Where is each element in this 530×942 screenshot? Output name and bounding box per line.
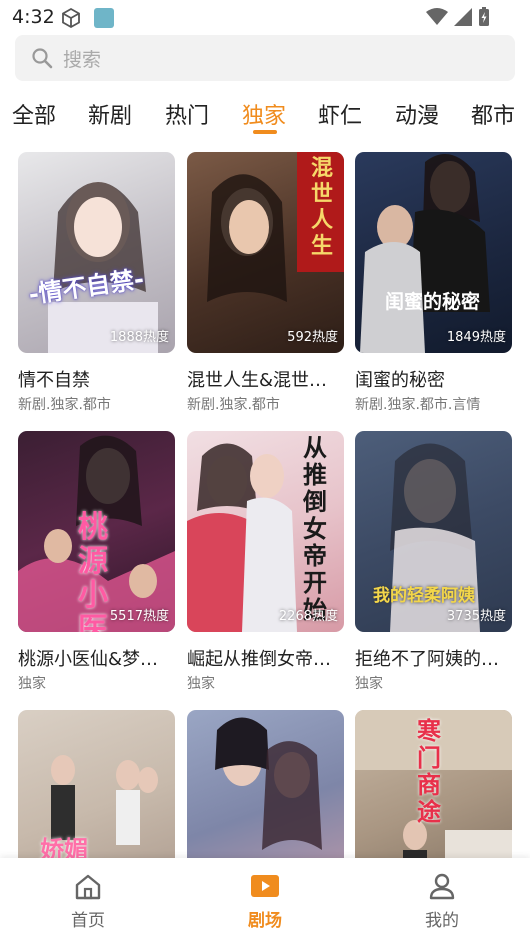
nav-theater[interactable]: 剧场 — [215, 872, 315, 931]
tab-new[interactable]: 新剧 — [88, 98, 132, 130]
poster-title: 寒门商途 — [417, 717, 441, 826]
drama-poster[interactable]: 桃源小医仙 5517热度 — [18, 431, 175, 632]
poster-title: 闺蜜的秘密 — [385, 291, 481, 313]
signal-icon — [454, 8, 472, 26]
battery-icon — [479, 7, 489, 26]
search-icon — [32, 48, 53, 69]
nav-home[interactable]: 首页 — [38, 872, 138, 931]
play-icon — [251, 875, 279, 897]
heat-count: 3735热度 — [446, 609, 506, 624]
heat-count: 1849热度 — [446, 330, 506, 345]
search-bar[interactable]: 搜索 — [15, 35, 515, 81]
drama-tags: 新剧.独家.都市 — [187, 397, 280, 413]
poster-title: 从推倒女帝开始 — [303, 434, 327, 624]
wifi-icon — [426, 8, 448, 25]
drama-card[interactable]: 从推倒女帝开始 2268热度 崛起从推倒女帝… 独家 — [187, 431, 344, 692]
poster-art — [48, 182, 158, 353]
search-placeholder: 搜索 — [63, 48, 102, 71]
drama-poster[interactable]: 从推倒女帝开始 2268热度 — [187, 431, 344, 632]
heat-count: 592热度 — [287, 330, 338, 345]
status-bar: 4:32 — [0, 0, 530, 34]
home-icon — [75, 874, 101, 900]
drama-poster[interactable]: -情不自禁- 1888热度 — [18, 152, 175, 353]
status-indicators — [426, 7, 490, 27]
bottom-nav: 首页 剧场 我的 — [0, 858, 530, 942]
nav-me[interactable]: 我的 — [392, 872, 492, 931]
tab-shrimp[interactable]: 虾仁 — [318, 98, 362, 130]
drama-title: 桃源小医仙&梦… — [18, 649, 159, 670]
nav-theater-label: 剧场 — [248, 911, 282, 931]
tab-exclusive[interactable]: 独家 — [242, 98, 286, 130]
drama-card[interactable]: 闺蜜的秘密 1849热度 闺蜜的秘密 新剧.独家.都市.言情 — [355, 152, 512, 413]
nav-me-label: 我的 — [425, 911, 459, 931]
drama-title: 拒绝不了阿姨的… — [355, 649, 499, 670]
drama-poster[interactable]: 闺蜜的秘密 1849热度 — [355, 152, 512, 353]
tab-urban[interactable]: 都市 — [471, 98, 515, 130]
drama-card[interactable]: 我的轻柔阿姨 3735热度 拒绝不了阿姨的… 独家 — [355, 431, 512, 692]
drama-title: 崛起从推倒女帝… — [187, 649, 331, 670]
drama-card[interactable]: 混世人生 592热度 混世人生&混世… 新剧.独家.都市 — [187, 152, 344, 413]
user-icon — [429, 873, 455, 900]
drama-card[interactable]: 桃源小医仙 5517热度 桃源小医仙&梦… 独家 — [18, 431, 175, 692]
poster-title: 我的轻柔阿姨 — [373, 586, 475, 606]
nav-home-label: 首页 — [71, 911, 105, 931]
drama-poster[interactable]: 我的轻柔阿姨 3735热度 — [355, 431, 512, 632]
cube-icon — [62, 7, 80, 29]
active-tab-indicator — [253, 130, 277, 134]
drama-title: 混世人生&混世… — [187, 370, 328, 391]
drama-title: 闺蜜的秘密 — [355, 370, 445, 391]
drama-tags: 独家 — [355, 676, 383, 692]
drama-title: 情不自禁 — [18, 370, 90, 391]
poster-title: 桃源小医仙 — [78, 510, 108, 633]
heat-count: 5517热度 — [109, 609, 169, 624]
drama-card[interactable]: -情不自禁- 1888热度 情不自禁 新剧.独家.都市 — [18, 152, 175, 413]
app-notification-icon — [94, 8, 114, 28]
heat-count: 1888热度 — [109, 330, 169, 345]
poster-title: 混世人生 — [311, 156, 334, 259]
drama-tags: 新剧.独家.都市.言情 — [355, 397, 481, 413]
tab-all[interactable]: 全部 — [12, 98, 56, 130]
heat-count: 2268热度 — [278, 609, 338, 624]
tab-anime[interactable]: 动漫 — [395, 98, 439, 130]
drama-tags: 独家 — [18, 676, 46, 692]
drama-tags: 新剧.独家.都市 — [18, 397, 111, 413]
drama-tags: 独家 — [187, 676, 215, 692]
drama-poster[interactable]: 混世人生 592热度 — [187, 152, 344, 353]
poster-art — [360, 154, 490, 353]
status-time: 4:32 — [12, 6, 55, 28]
tab-hot[interactable]: 热门 — [165, 98, 209, 130]
